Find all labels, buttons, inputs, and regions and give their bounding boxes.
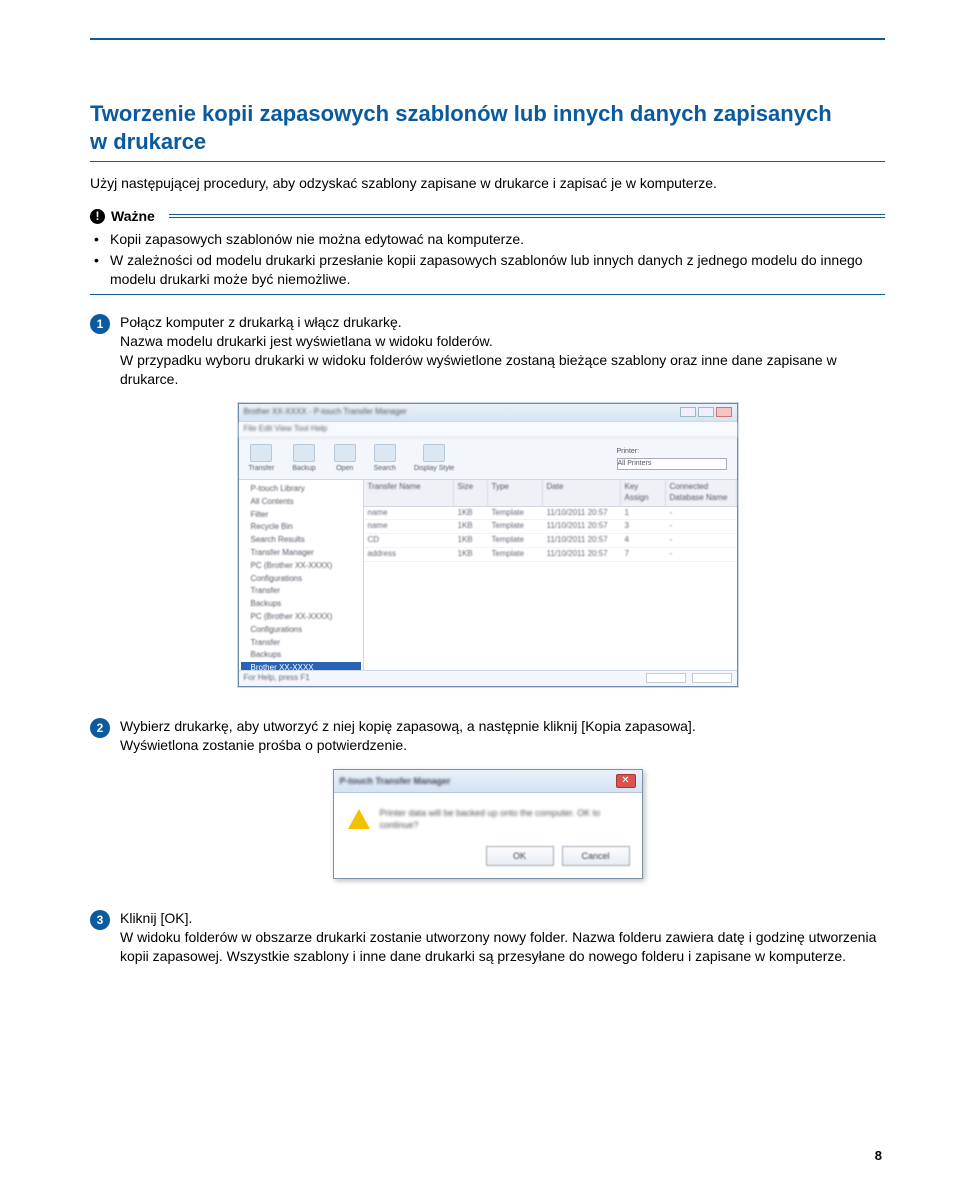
- title-underline: [90, 161, 885, 162]
- tm-list-header: Transfer Name Size Type Date Key Assign …: [364, 480, 737, 507]
- col-key[interactable]: Key Assign: [621, 480, 666, 506]
- tree-node[interactable]: Transfer: [241, 637, 361, 650]
- tm-titlebar: Brother XX-XXXX - P-touch Transfer Manag…: [239, 404, 737, 422]
- note-bottom-rule: [90, 294, 885, 295]
- status-box: [692, 673, 732, 683]
- close-button[interactable]: [716, 407, 732, 417]
- toolbar-open[interactable]: Open: [334, 444, 356, 473]
- note-rule: [169, 214, 885, 218]
- tm-toolbar: Transfer Backup Open Search Display Styl…: [239, 438, 737, 480]
- toolbar-backup[interactable]: Backup: [292, 444, 315, 473]
- status-text: For Help, press F1: [244, 673, 640, 684]
- ok-button[interactable]: OK: [486, 846, 554, 866]
- tm-title-text: Brother XX-XXXX - P-touch Transfer Manag…: [244, 407, 676, 418]
- warning-icon: [348, 809, 370, 829]
- bullet-icon: •: [94, 230, 104, 249]
- page-number: 8: [875, 1147, 882, 1165]
- important-note: ! Ważne • Kopii zapasowych szablonów nie…: [90, 207, 885, 296]
- maximize-button[interactable]: [698, 407, 714, 417]
- toolbar-display-style[interactable]: Display Style: [414, 444, 454, 473]
- status-box: [646, 673, 686, 683]
- important-icon: !: [90, 209, 105, 224]
- tree-node[interactable]: P-touch Library: [241, 483, 361, 496]
- tm-list: Transfer Name Size Type Date Key Assign …: [364, 480, 737, 670]
- tm-statusbar: For Help, press F1: [239, 670, 737, 686]
- section-title: Tworzenie kopii zapasowych szablonów lub…: [90, 100, 885, 155]
- important-label: Ważne: [111, 207, 155, 226]
- note-item-2: W zależności od modelu drukarki przesłan…: [110, 251, 885, 289]
- toolbar-search[interactable]: Search: [374, 444, 396, 473]
- tm-tree[interactable]: P-touch Library All Contents Filter Recy…: [239, 480, 364, 670]
- col-date[interactable]: Date: [543, 480, 621, 506]
- dialog-titlebar: P-touch Transfer Manager ✕: [334, 770, 642, 793]
- tree-node[interactable]: Configurations: [241, 624, 361, 637]
- search-icon: [374, 444, 396, 462]
- tree-node-selected[interactable]: Brother XX-XXXX: [241, 662, 361, 670]
- step-2: 2 Wybierz drukarkę, aby utworzyć z niej …: [90, 717, 885, 755]
- table-row[interactable]: address1KBTemplate11/10/2011 20:577-: [364, 548, 737, 562]
- confirm-dialog: P-touch Transfer Manager ✕ Printer data …: [333, 769, 643, 879]
- col-size[interactable]: Size: [454, 480, 488, 506]
- transfer-icon: [250, 444, 272, 462]
- tree-node[interactable]: Transfer Manager: [241, 547, 361, 560]
- col-transfer-name[interactable]: Transfer Name: [364, 480, 454, 506]
- tree-node[interactable]: Filter: [241, 509, 361, 522]
- tree-node[interactable]: Recycle Bin: [241, 521, 361, 534]
- table-row[interactable]: name1KBTemplate11/10/2011 20:573-: [364, 520, 737, 534]
- table-row[interactable]: name1KBTemplate11/10/2011 20:571-: [364, 507, 737, 521]
- step3-line1: Kliknij [OK].: [120, 909, 885, 928]
- step2-line2: Wyświetlona zostanie prośba o potwierdze…: [120, 736, 885, 755]
- tree-node[interactable]: PC (Brother XX-XXXX): [241, 611, 361, 624]
- title-line-2: w drukarce: [90, 129, 206, 154]
- tree-node[interactable]: Backups: [241, 649, 361, 662]
- tree-node[interactable]: Transfer: [241, 585, 361, 598]
- window-buttons: [680, 407, 732, 417]
- step-3: 3 Kliknij [OK]. W widoku folderów w obsz…: [90, 909, 885, 966]
- col-db[interactable]: Connected Database Name: [666, 480, 737, 506]
- tree-node[interactable]: All Contents: [241, 496, 361, 509]
- printer-label: Printer:: [617, 447, 727, 456]
- note-item-1: Kopii zapasowych szablonów nie można edy…: [110, 230, 524, 249]
- col-type[interactable]: Type: [488, 480, 543, 506]
- step1-line1: Połącz komputer z drukarką i włącz druka…: [120, 313, 885, 332]
- table-row[interactable]: CD1KBTemplate11/10/2011 20:574-: [364, 534, 737, 548]
- dialog-message: Printer data will be backed up onto the …: [380, 807, 628, 832]
- open-icon: [334, 444, 356, 462]
- toolbar-transfer[interactable]: Transfer: [249, 444, 275, 473]
- step-1: 1 Połącz komputer z drukarką i włącz dru…: [90, 313, 885, 389]
- dialog-title: P-touch Transfer Manager: [340, 775, 616, 787]
- printer-select[interactable]: All Printers: [617, 458, 727, 470]
- bullet-icon: •: [94, 251, 104, 289]
- tree-node[interactable]: PC (Brother XX-XXXX): [241, 560, 361, 573]
- display-style-icon: [423, 444, 445, 462]
- step-badge-1: 1: [90, 314, 110, 334]
- step-badge-3: 3: [90, 910, 110, 930]
- tree-node[interactable]: Search Results: [241, 534, 361, 547]
- backup-icon: [293, 444, 315, 462]
- title-line-1: Tworzenie kopii zapasowych szablonów lub…: [90, 101, 832, 126]
- step2-line1: Wybierz drukarkę, aby utworzyć z niej ko…: [120, 717, 885, 736]
- minimize-button[interactable]: [680, 407, 696, 417]
- transfer-manager-window: Brother XX-XXXX - P-touch Transfer Manag…: [238, 403, 738, 687]
- intro-paragraph: Użyj następującej procedury, aby odzyska…: [90, 174, 885, 193]
- step3-line2: W widoku folderów w obszarze drukarki zo…: [120, 928, 885, 966]
- tree-node[interactable]: Backups: [241, 598, 361, 611]
- step1-line2: Nazwa modelu drukarki jest wyświetlana w…: [120, 332, 885, 351]
- dialog-close-button[interactable]: ✕: [616, 774, 636, 788]
- step1-line3: W przypadku wyboru drukarki w widoku fol…: [120, 351, 885, 389]
- tree-node[interactable]: Configurations: [241, 573, 361, 586]
- top-rule: [90, 38, 885, 40]
- cancel-button[interactable]: Cancel: [562, 846, 630, 866]
- tm-menubar[interactable]: File Edit View Tool Help: [239, 422, 737, 438]
- step-badge-2: 2: [90, 718, 110, 738]
